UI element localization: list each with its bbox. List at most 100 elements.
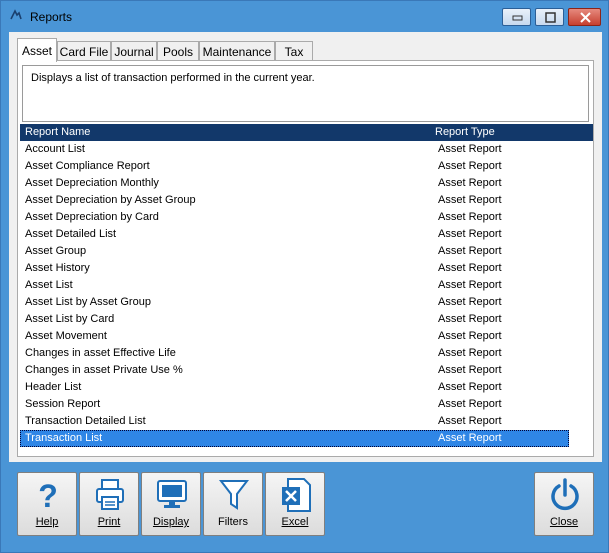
list-header: Report Name Report Type bbox=[20, 124, 593, 141]
report-name: Asset Group bbox=[25, 245, 87, 257]
reports-window: Reports Asset Card File Journal Pools Ma… bbox=[0, 0, 609, 553]
report-description: Displays a list of transaction performed… bbox=[31, 72, 315, 84]
report-name: Asset List bbox=[25, 279, 73, 291]
list-row[interactable]: Asset History Asset Report bbox=[20, 260, 569, 277]
report-type: Asset Report bbox=[438, 313, 502, 325]
list-row[interactable]: Asset List by Asset Group Asset Report bbox=[20, 294, 569, 311]
list-row[interactable]: Asset Depreciation by Card Asset Report bbox=[20, 209, 569, 226]
report-name: Asset Depreciation Monthly bbox=[25, 177, 159, 189]
close-window-button[interactable] bbox=[568, 8, 601, 26]
report-name: Changes in asset Private Use % bbox=[25, 364, 183, 376]
report-name: Account List bbox=[25, 143, 85, 155]
list-row[interactable]: Asset Detailed List Asset Report bbox=[20, 226, 569, 243]
list-row[interactable]: Asset Group Asset Report bbox=[20, 243, 569, 260]
list-row[interactable]: Asset Compliance Report Asset Report bbox=[20, 158, 569, 175]
print-button[interactable]: Print bbox=[79, 472, 139, 536]
list-row[interactable]: Changes in asset Private Use % Asset Repo… bbox=[20, 362, 569, 379]
report-list[interactable]: Report Name Report Type Account List Asse… bbox=[20, 124, 593, 454]
report-type: Asset Report bbox=[438, 228, 502, 240]
action-toolbar: ? Help Print Display Filters Excel Close bbox=[9, 462, 602, 546]
report-description-box: Displays a list of transaction performed… bbox=[22, 65, 589, 122]
display-label: Display bbox=[152, 516, 190, 528]
svg-text:?: ? bbox=[38, 478, 58, 513]
list-row[interactable]: Account List Asset Report bbox=[20, 141, 569, 158]
window-title: Reports bbox=[30, 10, 73, 24]
report-type: Asset Report bbox=[438, 143, 502, 155]
display-button[interactable]: Display bbox=[141, 472, 201, 536]
client-area: Asset Card File Journal Pools Maintenanc… bbox=[9, 32, 602, 462]
report-name: Asset Depreciation by Asset Group bbox=[25, 194, 196, 206]
report-name: Asset List by Asset Group bbox=[25, 296, 151, 308]
list-row[interactable]: Header List Asset Report bbox=[20, 379, 569, 396]
tab-pools[interactable]: Pools bbox=[157, 41, 199, 61]
report-type: Asset Report bbox=[438, 415, 502, 427]
excel-label: Excel bbox=[281, 516, 309, 528]
tab-label: Asset bbox=[21, 44, 52, 58]
app-icon bbox=[10, 9, 22, 20]
excel-icon bbox=[282, 478, 311, 512]
list-row[interactable]: Transaction Detailed List Asset Report bbox=[20, 413, 569, 430]
tab-label: Journal bbox=[114, 45, 154, 59]
report-type: Asset Report bbox=[438, 194, 502, 206]
minimize-icon bbox=[512, 15, 523, 21]
tab-card-file[interactable]: Card File bbox=[57, 41, 111, 61]
tab-journal[interactable]: Journal bbox=[111, 41, 157, 61]
question-mark-icon: ? bbox=[38, 478, 58, 513]
filters-button[interactable]: Filters bbox=[203, 472, 263, 536]
tab-tax[interactable]: Tax bbox=[275, 41, 313, 61]
close-button[interactable]: Close bbox=[534, 472, 594, 536]
report-name: Asset Compliance Report bbox=[25, 160, 150, 172]
report-type: Asset Report bbox=[438, 177, 502, 189]
maximize-button[interactable] bbox=[535, 8, 564, 26]
tab-asset[interactable]: Asset bbox=[17, 38, 57, 62]
print-label: Print bbox=[97, 516, 121, 528]
list-row[interactable]: Session Report Asset Report bbox=[20, 396, 569, 413]
report-name: Asset Detailed List bbox=[25, 228, 117, 240]
power-icon bbox=[551, 478, 579, 511]
report-type: Asset Report bbox=[438, 211, 502, 223]
column-header-report-name[interactable]: Report Name bbox=[25, 126, 90, 138]
report-type: Asset Report bbox=[438, 296, 502, 308]
tab-panel: Displays a list of transaction performed… bbox=[17, 60, 594, 457]
report-type: Asset Report bbox=[438, 347, 502, 359]
column-header-report-type[interactable]: Report Type bbox=[435, 126, 495, 138]
report-name: Asset List by Card bbox=[25, 313, 115, 325]
report-type: Asset Report bbox=[438, 245, 502, 257]
close-icon bbox=[580, 12, 591, 23]
report-name: Transaction Detailed List bbox=[25, 415, 146, 427]
list-row[interactable]: Asset List Asset Report bbox=[20, 277, 569, 294]
filters-label: Filters bbox=[218, 516, 248, 528]
report-type: Asset Report bbox=[438, 279, 502, 291]
report-type: Asset Report bbox=[438, 262, 502, 274]
report-name: Asset History bbox=[25, 262, 90, 274]
list-row[interactable]: Asset List by Card Asset Report bbox=[20, 311, 569, 328]
tab-label: Maintenance bbox=[202, 45, 272, 59]
report-type: Asset Report bbox=[438, 432, 502, 444]
report-name: Session Report bbox=[25, 398, 101, 410]
list-row[interactable]: Asset Movement Asset Report bbox=[20, 328, 569, 345]
report-name: Asset Movement bbox=[25, 330, 107, 342]
tab-label: Tax bbox=[284, 45, 304, 59]
list-row-selected[interactable]: Transaction List Asset Report bbox=[20, 430, 569, 447]
report-name: Asset Depreciation by Card bbox=[25, 211, 159, 223]
excel-button[interactable]: Excel bbox=[265, 472, 325, 536]
report-type: Asset Report bbox=[438, 398, 502, 410]
report-name: Transaction List bbox=[25, 432, 103, 444]
help-label: Help bbox=[35, 516, 59, 528]
list-row[interactable]: Asset Depreciation Monthly Asset Report bbox=[20, 175, 569, 192]
report-type: Asset Report bbox=[438, 381, 502, 393]
funnel-icon bbox=[218, 480, 250, 510]
list-row[interactable]: Asset Depreciation by Asset Group Asset R… bbox=[20, 192, 569, 209]
tab-maintenance[interactable]: Maintenance bbox=[199, 41, 275, 61]
report-name: Changes in asset Effective Life bbox=[25, 347, 176, 359]
report-type: Asset Report bbox=[438, 364, 502, 376]
list-row[interactable]: Changes in asset Effective Life Asset Rep… bbox=[20, 345, 569, 362]
report-name: Header List bbox=[25, 381, 82, 393]
title-bar[interactable]: Reports bbox=[1, 1, 608, 33]
maximize-icon bbox=[545, 12, 556, 23]
monitor-icon bbox=[157, 480, 187, 508]
tab-label: Pools bbox=[162, 45, 194, 59]
report-type: Asset Report bbox=[438, 330, 502, 342]
minimize-button[interactable] bbox=[502, 8, 531, 26]
help-button[interactable]: ? Help bbox=[17, 472, 77, 536]
